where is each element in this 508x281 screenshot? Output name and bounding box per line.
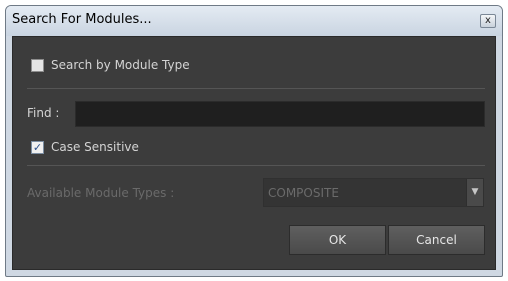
dialog-title: Search For Modules... — [12, 12, 152, 27]
search-by-type-checkbox[interactable] — [31, 59, 44, 72]
close-icon[interactable]: x — [480, 14, 496, 28]
title-bar[interactable]: Search For Modules... x — [6, 6, 502, 36]
cancel-button[interactable]: Cancel — [388, 225, 485, 255]
find-input[interactable] — [75, 101, 485, 127]
module-type-selected-value: COMPOSITE — [268, 186, 339, 200]
case-sensitive-checkbox[interactable]: ✓ — [31, 141, 44, 154]
search-by-type-label: Search by Module Type — [51, 58, 190, 72]
case-sensitive-label: Case Sensitive — [51, 140, 139, 154]
find-label: Find : — [27, 106, 60, 120]
module-types-label: Available Module Types : — [27, 186, 175, 200]
divider — [27, 88, 485, 89]
chevron-down-icon[interactable]: ▼ — [466, 179, 483, 206]
search-modules-dialog: Search For Modules... x Search by Module… — [5, 5, 503, 277]
divider — [27, 165, 485, 166]
dialog-content: Search by Module Type Find : ✓ Case Sens… — [12, 36, 496, 270]
ok-button[interactable]: OK — [289, 225, 386, 255]
module-type-select[interactable]: COMPOSITE ▼ — [263, 178, 484, 207]
